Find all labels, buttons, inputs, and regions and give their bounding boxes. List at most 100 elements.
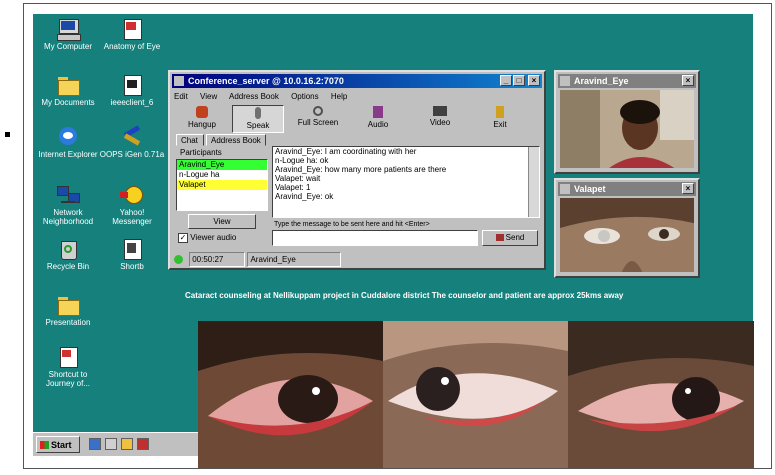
desktop-icon-internet-explorer[interactable]: Internet Explorer xyxy=(35,126,101,159)
exit-icon xyxy=(496,106,504,118)
video-close-button[interactable]: × xyxy=(682,75,694,86)
chat-log: Aravind_Eye: I am coordinating with her … xyxy=(272,146,540,218)
desktop-icon-yahoo-messenger[interactable]: Yahoo! Messenger xyxy=(99,184,165,226)
video-window-aravind: Aravind_Eye × xyxy=(554,70,700,174)
message-input[interactable] xyxy=(272,230,478,246)
chat-scrollbar[interactable] xyxy=(528,147,539,217)
network-icon xyxy=(56,184,80,206)
desktop-icon-my-documents[interactable]: My Documents xyxy=(35,74,101,107)
desktop-icon-network-neighborhood[interactable]: Network Neighborhood xyxy=(35,184,101,226)
patient-video-image xyxy=(560,198,694,272)
speaker-icon xyxy=(373,106,383,118)
conference-titlebar[interactable]: Conference_server @ 10.0.16.2:7070 _ □ × xyxy=(172,74,542,88)
participant-item[interactable]: Aravind_Eye xyxy=(177,160,267,170)
smiley-icon xyxy=(120,184,144,206)
video-app-icon xyxy=(560,76,570,86)
close-button[interactable]: × xyxy=(528,75,540,86)
full-screen-button[interactable]: Full Screen xyxy=(292,105,344,133)
desktop-icon-oops-igen[interactable]: OOPS iGen 0.71a xyxy=(99,125,165,159)
view-button[interactable]: View xyxy=(188,214,256,229)
status-time: 00:50:27 xyxy=(189,252,246,267)
chat-line: Valapet: 1 xyxy=(275,183,311,192)
hangup-button[interactable]: Hangup xyxy=(176,105,228,133)
menu-view[interactable]: View xyxy=(200,92,217,101)
tab-address-book[interactable]: Address Book xyxy=(206,134,266,146)
video-titlebar[interactable]: Valapet × xyxy=(558,182,696,196)
bullet-mark xyxy=(5,132,10,137)
minimize-button[interactable]: _ xyxy=(500,75,512,86)
program-icon xyxy=(120,74,144,96)
desktop-icon-shortcut-journey[interactable]: Shortcut to Journey of... xyxy=(35,346,101,388)
toolbar: Hangup Speak Full Screen Audio Video Exi… xyxy=(174,105,540,133)
eye-photo-right-image xyxy=(568,321,754,468)
video-close-button[interactable]: × xyxy=(682,183,694,194)
menu-address-book[interactable]: Address Book xyxy=(229,92,279,101)
video-button[interactable]: Video xyxy=(414,105,466,133)
tab-chat[interactable]: Chat xyxy=(176,134,204,146)
quicklaunch-outlook-icon[interactable] xyxy=(121,438,133,450)
status-bar: 00:50:27 Aravind_Eye xyxy=(174,252,540,267)
tools-icon xyxy=(120,125,144,148)
video-feed-valapet xyxy=(560,198,694,272)
video-feed-aravind xyxy=(560,90,694,168)
app-icon xyxy=(174,76,184,86)
document-icon xyxy=(120,18,144,40)
desktop-icon-shortb[interactable]: Shortb xyxy=(99,238,165,271)
eye-photo-right xyxy=(568,321,754,468)
shortcut-icon xyxy=(56,346,80,368)
chat-line: Aravind_Eye: how many more patients are … xyxy=(275,165,447,174)
speak-button[interactable]: Speak xyxy=(232,105,284,133)
caption-text: Cataract counseling at Nellikuppam proje… xyxy=(185,291,624,300)
camera-icon xyxy=(433,106,447,116)
desktop-icon-ieeeclient[interactable]: ieeeclient_6 xyxy=(99,74,165,107)
connection-status-icon xyxy=(174,255,183,265)
desktop-icon-anatomy-of-eye[interactable]: Anatomy of Eye xyxy=(99,18,165,51)
send-icon xyxy=(495,234,504,242)
video-titlebar[interactable]: Aravind_Eye × xyxy=(558,74,696,88)
folder-icon xyxy=(56,294,80,316)
chat-line: Valapet: wait xyxy=(275,174,321,183)
desktop-icon-recycle-bin[interactable]: Recycle Bin xyxy=(35,238,101,271)
viewer-audio-label: Viewer audio xyxy=(190,233,237,243)
audio-button[interactable]: Audio xyxy=(352,105,404,133)
participants-label: Participants xyxy=(180,148,222,157)
eye-photo-left-image xyxy=(198,321,383,468)
eye-photo-middle xyxy=(383,321,568,468)
menu-edit[interactable]: Edit xyxy=(174,92,188,101)
quicklaunch-desktop-icon[interactable] xyxy=(105,438,117,450)
video-title: Valapet xyxy=(574,184,606,194)
ie-icon xyxy=(56,126,80,148)
counselor-video-image xyxy=(560,90,694,168)
desktop-icon-my-computer[interactable]: My Computer xyxy=(35,18,101,51)
start-button[interactable]: Start xyxy=(36,436,80,453)
conference-title: Conference_server @ 10.0.16.2:7070 xyxy=(188,76,344,86)
conference-window: Conference_server @ 10.0.16.2:7070 _ □ ×… xyxy=(168,70,546,270)
eye-photo-middle-image xyxy=(383,321,568,468)
participant-item[interactable]: n-Logue ha xyxy=(177,170,267,180)
send-button[interactable]: Send xyxy=(482,230,538,246)
video-window-valapet: Valapet × xyxy=(554,178,700,278)
menu-options[interactable]: Options xyxy=(291,92,319,101)
windows-logo-icon xyxy=(40,441,49,449)
status-user: Aravind_Eye xyxy=(247,252,342,267)
exit-button[interactable]: Exit xyxy=(474,105,526,133)
message-hint: Type the message to be sent here and hit… xyxy=(274,221,430,228)
computer-icon xyxy=(56,18,81,41)
viewer-audio-option[interactable]: ✓ Viewer audio xyxy=(178,233,236,243)
viewer-audio-checkbox[interactable]: ✓ xyxy=(178,233,188,243)
quicklaunch-app-icon[interactable] xyxy=(137,438,149,450)
video-title: Aravind_Eye xyxy=(574,76,629,86)
desktop-icon-presentation[interactable]: Presentation xyxy=(35,294,101,327)
video-app-icon xyxy=(560,184,570,194)
quicklaunch-ie-icon[interactable] xyxy=(89,438,101,450)
chat-line: Aravind_Eye: ok xyxy=(275,192,334,201)
recycle-bin-icon xyxy=(56,238,80,260)
eye-photo-left xyxy=(198,321,383,468)
magnifier-icon xyxy=(313,106,323,116)
maximize-button[interactable]: □ xyxy=(513,75,525,86)
menu-help[interactable]: Help xyxy=(331,92,347,101)
participant-item[interactable]: Valapet xyxy=(177,180,267,190)
program-icon xyxy=(120,238,144,260)
folder-icon xyxy=(56,74,80,96)
microphone-icon xyxy=(255,107,261,119)
